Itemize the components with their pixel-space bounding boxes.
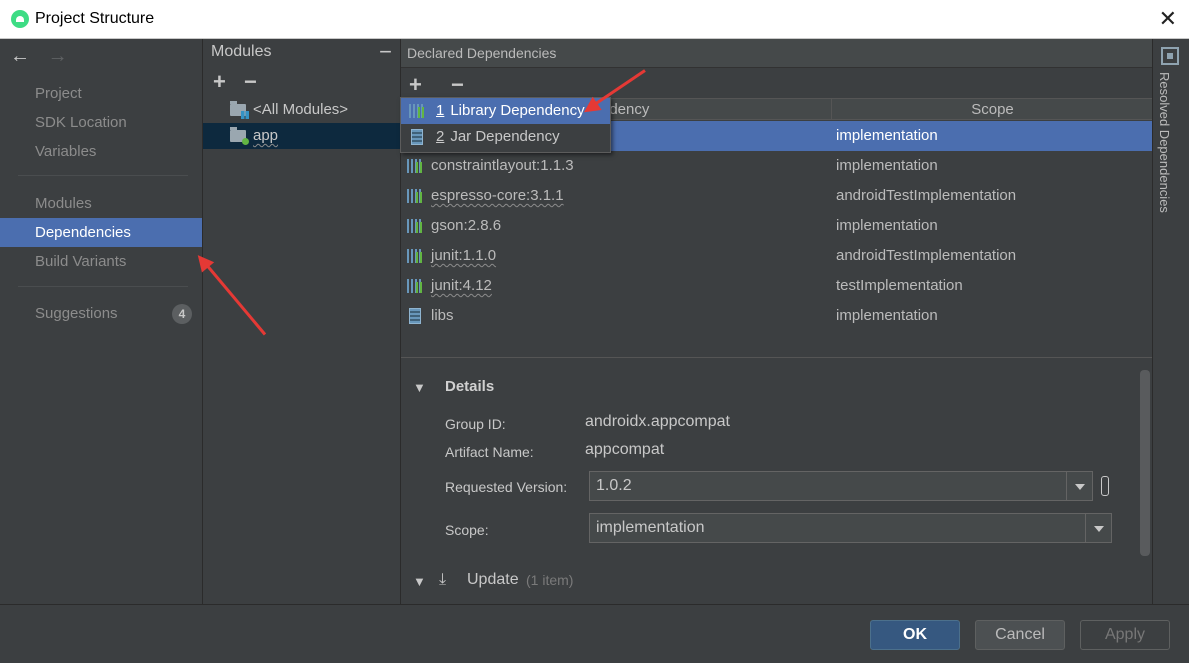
drag-handle-icon (1101, 476, 1109, 496)
left-nav: ← → Project SDK Location Variables Modul… (0, 39, 203, 604)
arrow-left-icon[interactable]: ← (10, 45, 30, 67)
requested-version-combobox[interactable]: 1.0.2 (589, 471, 1093, 501)
right-tool-strip: Resolved Dependencies (1152, 39, 1189, 604)
ok-button[interactable]: OK (870, 620, 960, 650)
details-title: Details (445, 378, 495, 395)
window-title: Project Structure (35, 10, 155, 27)
divider (18, 286, 188, 287)
menu-item-jar-dependency[interactable]: 2 Jar Dependency (401, 124, 610, 150)
expand-triangle-icon[interactable]: ▼ (413, 574, 426, 589)
app-module-folder-icon (230, 127, 249, 145)
chevron-down-icon[interactable] (1085, 514, 1111, 542)
library-icon (407, 279, 423, 293)
download-icon: ⤓ (439, 571, 447, 588)
requested-version-label: Requested Version: (445, 479, 568, 495)
table-row[interactable]: gson:2.8.6 implementation (401, 211, 1152, 241)
add-module-button[interactable]: + (213, 71, 226, 93)
nav-item-sdk-location[interactable]: SDK Location (0, 108, 202, 137)
divider (18, 175, 188, 176)
suggestions-count-badge: 4 (172, 304, 192, 324)
declared-dependencies-header: Declared Dependencies (401, 39, 1152, 68)
update-count: (1 item) (526, 572, 574, 588)
jar-icon (411, 129, 423, 145)
cancel-button[interactable]: Cancel (975, 620, 1065, 650)
title-bar: Project Structure ✕ (0, 0, 1189, 39)
arrow-right-icon[interactable]: → (48, 45, 68, 67)
nav-item-suggestions[interactable]: Suggestions 4 (0, 299, 202, 328)
add-dependency-button[interactable]: + (409, 74, 422, 96)
scope-label: Scope: (445, 522, 489, 538)
update-label[interactable]: Update (467, 571, 519, 589)
modules-header: Modules (211, 43, 272, 60)
table-row[interactable]: constraintlayout:1.1.3 implementation (401, 151, 1152, 181)
nav-item-build-variants[interactable]: Build Variants (0, 247, 202, 276)
collapse-icon[interactable]: − (379, 39, 392, 65)
jar-icon (409, 308, 421, 324)
remove-dependency-button[interactable]: − (451, 74, 464, 96)
chevron-down-icon[interactable] (1066, 472, 1092, 500)
library-icon (407, 249, 423, 263)
modules-folder-icon (230, 101, 249, 119)
module-item-app[interactable]: app (203, 123, 401, 149)
nav-item-project[interactable]: Project (0, 79, 202, 108)
details-scrollbar[interactable] (1140, 370, 1150, 556)
library-icon (407, 159, 423, 173)
resolved-dependencies-tab[interactable]: Resolved Dependencies (1157, 72, 1172, 213)
library-icon (407, 189, 423, 203)
library-icon (409, 104, 425, 118)
library-icon (407, 219, 423, 233)
modules-panel: Modules − + − <All Modules> app (203, 39, 401, 604)
nav-item-variables[interactable]: Variables (0, 137, 202, 166)
nav-item-modules[interactable]: Modules (0, 189, 202, 218)
dialog-button-bar: OK Cancel Apply (0, 604, 1189, 663)
group-id-value: androidx.appcompat (585, 413, 730, 430)
remove-module-button[interactable]: − (244, 71, 257, 93)
table-row[interactable]: junit:4.12 testImplementation (401, 271, 1152, 301)
android-studio-icon (11, 10, 29, 28)
group-id-label: Group ID: (445, 416, 506, 432)
table-row[interactable]: espresso-core:3.1.1 androidTestImplement… (401, 181, 1152, 211)
apply-button[interactable]: Apply (1080, 620, 1170, 650)
scope-combobox[interactable]: implementation (589, 513, 1112, 543)
menu-item-library-dependency[interactable]: 1 Library Dependency (401, 98, 610, 124)
artifact-name-label: Artifact Name: (445, 444, 534, 460)
table-row[interactable]: libs implementation (401, 301, 1152, 331)
details-section: ▼ Details Group ID: androidx.appcompat A… (401, 357, 1152, 604)
collapse-triangle-icon[interactable]: ▼ (413, 380, 426, 395)
resolved-dependencies-icon[interactable] (1161, 47, 1179, 65)
module-item-all-modules[interactable]: <All Modules> (203, 97, 401, 123)
artifact-name-value: appcompat (585, 441, 665, 458)
close-icon[interactable]: ✕ (1159, 6, 1177, 32)
column-header-scope[interactable]: Scope (833, 101, 1152, 118)
nav-item-dependencies[interactable]: Dependencies (0, 218, 202, 247)
table-row[interactable]: junit:1.1.0 androidTestImplementation (401, 241, 1152, 271)
